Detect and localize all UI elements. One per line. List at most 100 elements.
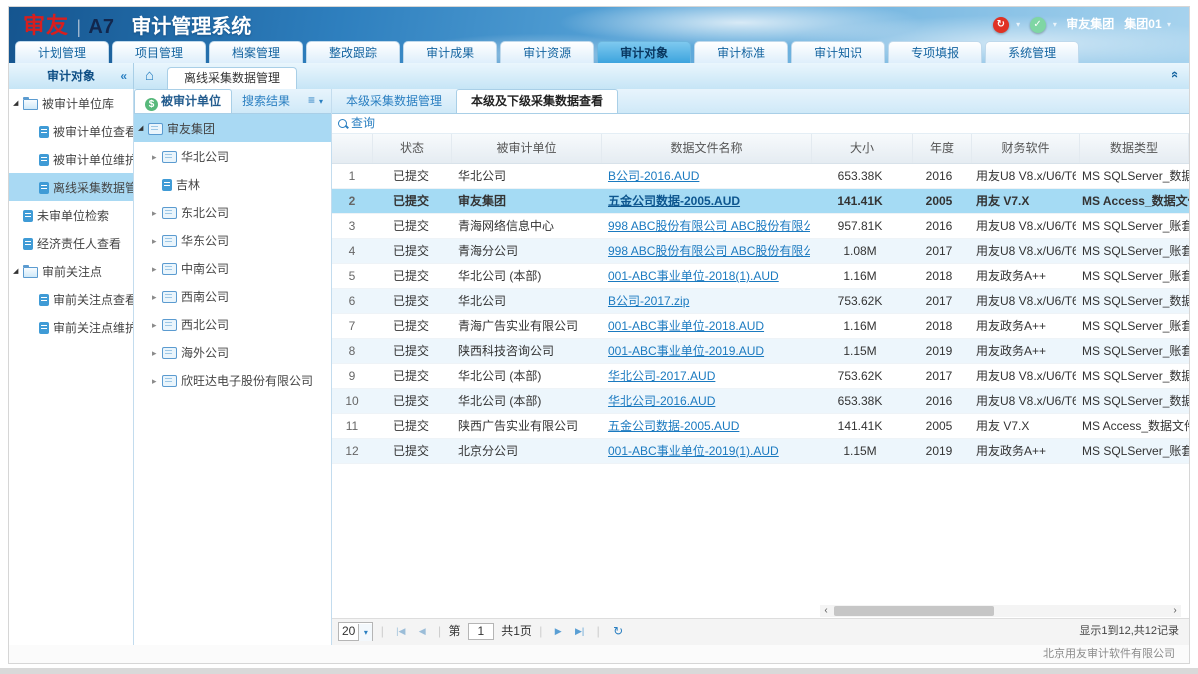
column-header[interactable]: 数据文件名称 [602,134,812,163]
tree-expander-icon[interactable]: ◢ [13,90,23,117]
content-tab[interactable]: 本级采集数据管理 [332,90,456,113]
sidebar-item[interactable]: 未审单位检索 [9,201,133,229]
tree-expander-icon[interactable]: ▸ [152,227,162,254]
file-link[interactable]: 998 ABC股份有限公司 ABC股份有限公司 [608,244,810,258]
tree-expander-icon[interactable]: ▸ [152,311,162,338]
page-size-select[interactable]: 20▾ [338,622,373,641]
refresh-icon[interactable]: ↻ [613,624,623,638]
org-tree-item[interactable]: ▸海外公司 [134,338,331,366]
tree-expander-icon[interactable]: ◢ [13,258,23,285]
sidebar-item[interactable]: 离线采集数据管理 [9,173,133,201]
column-header[interactable]: 状态 [373,134,452,163]
chevron-down-icon[interactable]: ▾ [1167,20,1171,29]
sidebar-item[interactable]: 经济责任人查看 [9,229,133,257]
nav-tab[interactable]: 计划管理 [15,41,109,64]
file-link[interactable]: B公司-2016.AUD [608,169,699,183]
table-row[interactable]: 12已提交北京分公司001-ABC事业单位-2019(1).AUD1.15M20… [332,439,1189,464]
breadcrumb-tab[interactable]: 离线采集数据管理 [167,67,297,89]
table-row[interactable]: 5已提交华北公司 (本部)001-ABC事业单位-2018(1).AUD1.16… [332,264,1189,289]
nav-tab[interactable]: 审计成果 [403,41,497,64]
org-tree-item[interactable]: ▸西南公司 [134,282,331,310]
file-link[interactable]: 五金公司数据-2005.AUD [608,419,739,433]
user-name[interactable]: 集团01 [1124,17,1161,31]
file-link[interactable]: B公司-2017.zip [608,294,689,308]
nav-tab[interactable]: 整改跟踪 [306,41,400,64]
tree-expander-icon[interactable]: ▸ [152,255,162,282]
content-tab[interactable]: 本级及下级采集数据查看 [456,89,618,113]
nav-tab[interactable]: 审计知识 [791,41,885,64]
org-tree-item[interactable]: ◢审友集团 [134,114,331,142]
query-button[interactable]: 查询 [332,114,1189,134]
pager-last-button[interactable]: ▶| [575,626,584,636]
tree-expander-icon[interactable]: ◢ [138,115,148,142]
table-row[interactable]: 8已提交陕西科技咨询公司001-ABC事业单位-2019.AUD1.15M201… [332,339,1189,364]
org-tree-item[interactable]: ▸西北公司 [134,310,331,338]
pager-prev-button[interactable]: ◀ [419,626,426,636]
nav-tab[interactable]: 档案管理 [209,41,303,64]
table-row[interactable]: 3已提交青海网络信息中心998 ABC股份有限公司 ABC股份有限公司957.8… [332,214,1189,239]
table-row[interactable]: 6已提交华北公司B公司-2017.zip753.62K2017用友U8 V8.x… [332,289,1189,314]
column-header[interactable]: 被审计单位 [452,134,602,163]
tree-expander-icon[interactable]: ▸ [152,339,162,366]
org-tree-item[interactable]: ▸中南公司 [134,254,331,282]
nav-tab[interactable]: 审计资源 [500,41,594,64]
nav-tab[interactable]: 审计对象 [597,41,691,64]
pager-first-button[interactable]: |◀ [396,626,405,636]
org-panel-tab[interactable]: $被审计单位 [134,89,232,113]
org-tree-item[interactable]: ▸欣旺达电子股份有限公司 [134,366,331,394]
nav-tab[interactable]: 项目管理 [112,41,206,64]
column-header[interactable]: 数据类型 [1080,134,1189,163]
table-row[interactable]: 10已提交华北公司 (本部)华北公司-2016.AUD653.38K2016用友… [332,389,1189,414]
pager-next-button[interactable]: ▶ [555,626,562,636]
org-tree-item[interactable]: 吉林 [134,170,331,198]
table-row[interactable]: 7已提交青海广告实业有限公司001-ABC事业单位-2018.AUD1.16M2… [332,314,1189,339]
file-link[interactable]: 001-ABC事业单位-2018.AUD [608,319,764,333]
status-icon[interactable]: ✓ [1030,17,1046,33]
sidebar-item[interactable]: 被审计单位维护 [9,145,133,173]
file-link[interactable]: 001-ABC事业单位-2019(1).AUD [608,444,779,458]
file-link[interactable]: 五金公司数据-2005.AUD [608,194,740,208]
tree-expander-icon[interactable]: ▸ [152,143,162,170]
chevron-down-icon[interactable]: ▾ [1053,20,1057,29]
user-org[interactable]: 审友集团 [1066,17,1114,31]
file-link[interactable]: 华北公司-2016.AUD [608,394,715,408]
nav-tab[interactable]: 审计标准 [694,41,788,64]
file-link[interactable]: 001-ABC事业单位-2018(1).AUD [608,269,779,283]
column-header[interactable]: 财务软件 [972,134,1080,163]
file-link[interactable]: 华北公司-2017.AUD [608,369,715,383]
tree-expander-icon[interactable]: ▸ [152,283,162,310]
sidebar-item[interactable]: ◢审前关注点 [9,257,133,285]
table-row[interactable]: 9已提交华北公司 (本部)华北公司-2017.AUD753.62K2017用友U… [332,364,1189,389]
scrollbar-thumb[interactable] [834,606,994,616]
collapse-up-icon[interactable]: « [1168,71,1183,78]
file-link[interactable]: 001-ABC事业单位-2019.AUD [608,344,764,358]
column-header[interactable]: 大小 [812,134,913,163]
horizontal-scrollbar[interactable]: ‹ › [820,605,1181,617]
sidebar-collapse-icon[interactable]: « [120,63,127,89]
table-row[interactable]: 1已提交华北公司B公司-2016.AUD653.38K2016用友U8 V8.x… [332,164,1189,189]
tree-expander-icon[interactable]: ▸ [152,199,162,226]
hotline-icon[interactable]: ↻ [993,17,1009,33]
table-row[interactable]: 4已提交青海分公司998 ABC股份有限公司 ABC股份有限公司1.08M201… [332,239,1189,264]
file-link[interactable]: 998 ABC股份有限公司 ABC股份有限公司 [608,219,810,233]
table-row[interactable]: 11已提交陕西广告实业有限公司五金公司数据-2005.AUD141.41K200… [332,414,1189,439]
home-icon[interactable]: ⌂ [145,67,154,84]
org-panel-tab[interactable]: 搜索结果 [232,90,300,113]
org-tree-item[interactable]: ▸东北公司 [134,198,331,226]
sidebar-item[interactable]: 审前关注点维护 [9,313,133,341]
sidebar-item[interactable]: 被审计单位查看 [9,117,133,145]
scroll-left-icon[interactable]: ‹ [820,605,832,617]
org-tree-item[interactable]: ▸华东公司 [134,226,331,254]
table-row[interactable]: 2已提交审友集团五金公司数据-2005.AUD141.41K2005用友 V7.… [332,189,1189,214]
org-tree-item[interactable]: ▸华北公司 [134,142,331,170]
sidebar-item[interactable]: 审前关注点查看 [9,285,133,313]
sidebar-item[interactable]: ◢被审计单位库 [9,89,133,117]
nav-tab[interactable]: 专项填报 [888,41,982,64]
panel-menu-icon[interactable]: ≡▾ [308,93,323,107]
tree-expander-icon[interactable]: ▸ [152,367,162,394]
chevron-down-icon[interactable]: ▾ [1016,20,1020,29]
column-header[interactable]: 年度 [913,134,972,163]
page-number-input[interactable]: 1 [468,623,494,640]
nav-tab[interactable]: 系统管理 [985,41,1079,64]
scroll-right-icon[interactable]: › [1169,605,1181,617]
